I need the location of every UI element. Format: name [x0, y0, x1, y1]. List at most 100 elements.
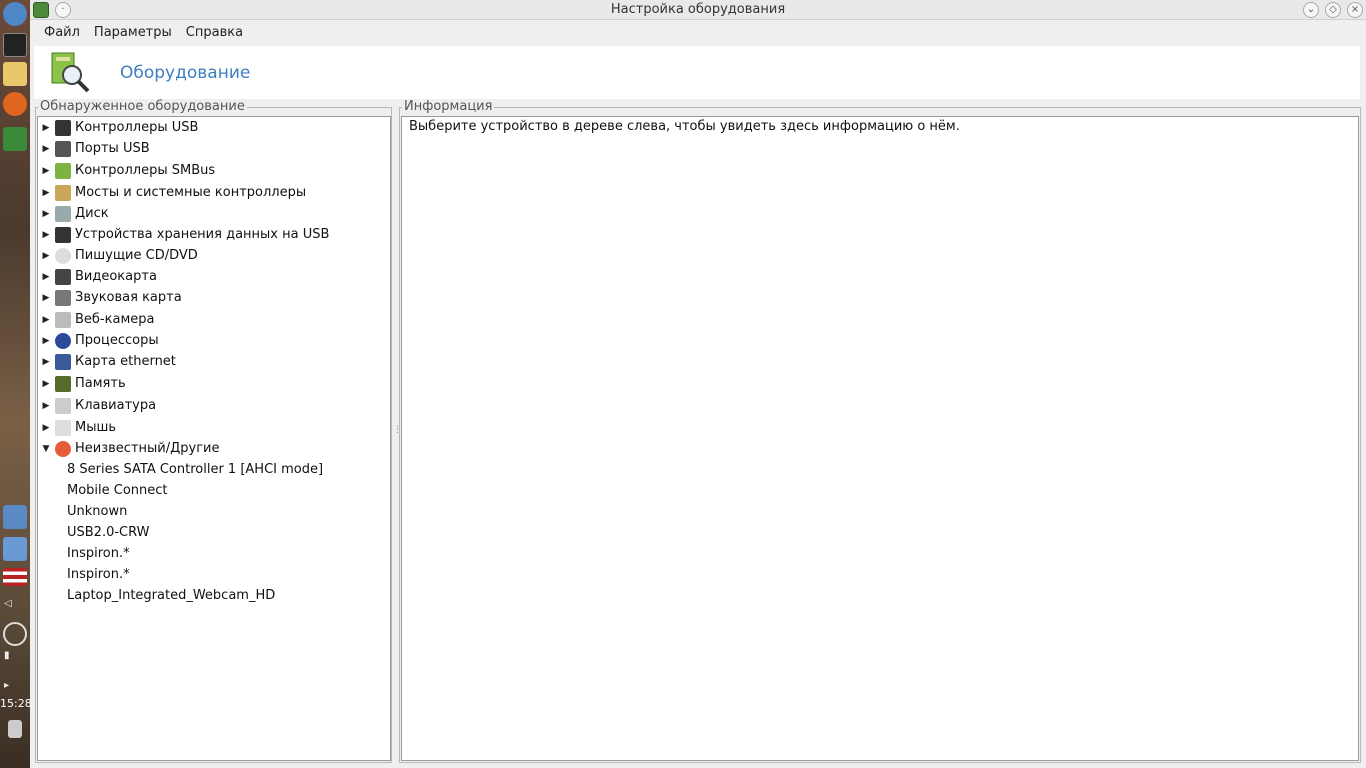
tree-child-item[interactable]: 8 Series SATA Controller 1 [AHCI mode]	[67, 459, 323, 480]
expand-arrow-icon[interactable]: ▶	[39, 272, 53, 282]
tree-item[interactable]: ▼ Неизвестный/Другие	[38, 438, 220, 459]
window-title: Настройка оборудования	[610, 2, 786, 17]
usb-port-icon	[55, 140, 71, 157]
tree-item-label: Веб-камера	[75, 312, 155, 327]
tree-item[interactable]: ▶ Контроллеры USB	[38, 117, 198, 138]
hardware-tree[interactable]: ▶ Контроллеры USB ▶ Порты USB ▶ Контроллеры S…	[37, 116, 391, 761]
menu-help[interactable]: Справка	[179, 25, 250, 40]
tree-item-label: Клавиатура	[75, 398, 157, 413]
expand-arrow-icon[interactable]: ▶	[39, 401, 53, 411]
unknown-icon	[55, 440, 71, 457]
terminal-icon[interactable]	[3, 33, 27, 57]
tree-item-label: Контроллеры SMBus	[75, 163, 216, 178]
tree-item-label: Контроллеры USB	[75, 120, 199, 135]
speaker-icon	[55, 289, 71, 306]
tree-item[interactable]: ▶ Видеокарта	[38, 266, 157, 287]
tree-item-label: Видеокарта	[75, 269, 157, 284]
tree-item[interactable]: ▶ Клавиатура	[38, 395, 156, 416]
usb-icon	[55, 119, 71, 136]
hardware-config-window: · Настройка оборудования ⌄ ◇ × Файл Пара…	[30, 0, 1366, 768]
tree-item-label: Процессоры	[75, 333, 159, 348]
arrow-tray-icon[interactable]: ▸	[4, 680, 9, 691]
tree-item-label: Мышь	[75, 420, 117, 435]
collapse-arrow-icon[interactable]: ▼	[39, 444, 53, 454]
expand-arrow-icon[interactable]: ▶	[39, 379, 53, 389]
close-button[interactable]: ×	[1347, 2, 1363, 18]
firefox-icon[interactable]	[3, 92, 27, 116]
keyboard-layout-flag-icon[interactable]	[3, 568, 27, 586]
mouse-icon	[55, 419, 71, 436]
tree-child-item[interactable]: USB2.0-CRW	[67, 522, 150, 543]
menu-params[interactable]: Параметры	[87, 25, 179, 40]
tree-item[interactable]: ▶ Устройства хранения данных на USB	[38, 224, 329, 245]
tree-item[interactable]: ▶ Диск	[38, 203, 109, 224]
tree-child-item[interactable]: Unknown	[67, 501, 127, 522]
usb-storage-icon	[55, 226, 71, 243]
tree-item[interactable]: ▶ Память	[38, 373, 126, 394]
file-manager-icon[interactable]	[3, 62, 27, 86]
tree-item-label: Звуковая карта	[75, 290, 182, 305]
left-dock: ◁ ▮ ▸ 15:28	[0, 0, 32, 768]
keyboard-icon	[55, 397, 71, 414]
hardware-config-icon[interactable]	[3, 127, 27, 151]
expand-arrow-icon[interactable]: ▶	[39, 251, 53, 261]
tree-item[interactable]: ▶ Звуковая карта	[38, 287, 182, 308]
expand-arrow-icon[interactable]: ▶	[39, 188, 53, 198]
memory-icon	[55, 375, 71, 392]
clock[interactable]: 15:28	[0, 697, 32, 710]
expand-arrow-icon[interactable]: ▶	[39, 230, 53, 240]
page-title: Оборудование	[120, 63, 251, 83]
expand-arrow-icon[interactable]: ▶	[39, 123, 53, 133]
maximize-button[interactable]: ◇	[1325, 2, 1341, 18]
expand-arrow-icon[interactable]: ▶	[39, 293, 53, 303]
tree-child-item[interactable]: Laptop_Integrated_Webcam_HD	[67, 585, 275, 606]
tree-item[interactable]: ▶ Пишущие CD/DVD	[38, 245, 198, 266]
network-icon	[55, 353, 71, 370]
webcam-icon	[55, 311, 71, 328]
menu-file[interactable]: Файл	[37, 25, 87, 40]
minimize-button[interactable]: ⌄	[1303, 2, 1319, 18]
workspace-switcher-icon[interactable]	[3, 505, 27, 529]
app-menu-icon[interactable]	[3, 2, 27, 26]
expand-arrow-icon[interactable]: ▶	[39, 336, 53, 346]
expand-arrow-icon[interactable]: ▶	[39, 357, 53, 367]
expand-arrow-icon[interactable]: ▶	[39, 423, 53, 433]
expand-arrow-icon[interactable]: ▶	[39, 166, 53, 176]
tree-item[interactable]: ▶ Веб-камера	[38, 309, 154, 330]
hardware-search-icon	[51, 52, 90, 93]
tree-item-label: Устройства хранения данных на USB	[75, 227, 330, 242]
info-message: Выберите устройство в дереве слева, чтоб…	[409, 119, 960, 134]
smbus-icon	[55, 162, 71, 179]
tree-item-label: Память	[75, 376, 126, 391]
tree-item-label: Пишущие CD/DVD	[75, 248, 198, 263]
tree-item[interactable]: ▶ Мосты и системные контроллеры	[38, 182, 306, 203]
usb-tray-icon[interactable]	[3, 622, 27, 646]
volume-icon[interactable]: ◁	[4, 598, 12, 609]
expand-arrow-icon[interactable]: ▶	[39, 144, 53, 154]
expand-arrow-icon[interactable]: ▶	[39, 209, 53, 219]
info-label: Информация	[402, 99, 495, 114]
tree-item-label: Мосты и системные контроллеры	[75, 185, 307, 200]
active-window-icon[interactable]	[3, 537, 27, 561]
page-header: Оборудование	[34, 46, 1360, 99]
tree-child-item[interactable]: Inspiron.*	[67, 564, 130, 585]
tree-item-label: Неизвестный/Другие	[75, 441, 220, 456]
tree-item[interactable]: ▶ Карта ethernet	[38, 351, 176, 372]
cd-icon	[55, 247, 71, 264]
cpu-icon	[55, 332, 71, 349]
tree-item[interactable]: ▶ Процессоры	[38, 330, 159, 351]
tree-item-label: Диск	[75, 206, 109, 221]
title-bar[interactable]: · Настройка оборудования ⌄ ◇ ×	[30, 0, 1366, 20]
trash-icon[interactable]	[8, 720, 22, 738]
panel-splitter[interactable]: ⋮	[393, 425, 402, 437]
tree-child-item[interactable]: Inspiron.*	[67, 543, 130, 564]
tree-item[interactable]: ▶ Порты USB	[38, 138, 150, 159]
tree-item[interactable]: ▶ Мышь	[38, 417, 116, 438]
menu-bar: Файл Параметры Справка	[30, 20, 1366, 45]
tree-child-item[interactable]: Mobile Connect	[67, 480, 168, 501]
expand-arrow-icon[interactable]: ▶	[39, 315, 53, 325]
network-tray-icon[interactable]: ▮	[4, 650, 10, 661]
disk-icon	[55, 205, 71, 222]
tree-item-label: Карта ethernet	[75, 354, 176, 369]
tree-item[interactable]: ▶ Контроллеры SMBus	[38, 160, 215, 181]
